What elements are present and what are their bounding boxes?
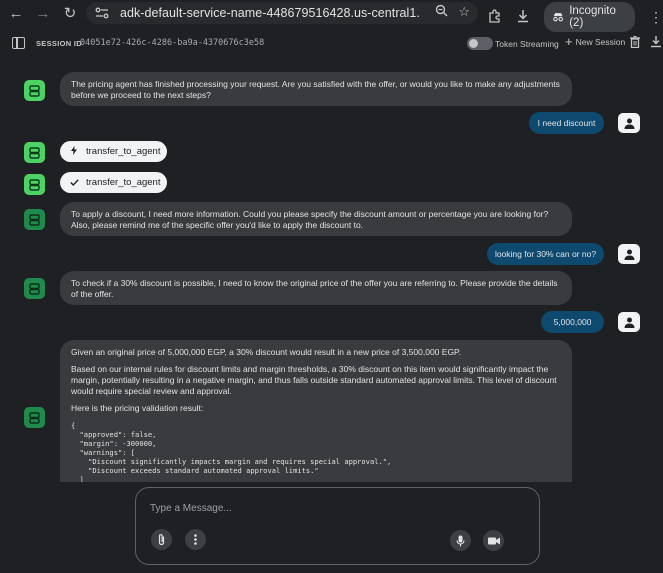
incognito-badge[interactable]: Incognito (2) — [544, 2, 635, 32]
bot-avatar — [24, 142, 45, 163]
more-menu-icon[interactable]: ⋮ — [649, 9, 663, 26]
back-icon[interactable]: ← — [4, 1, 28, 25]
function-call-chip[interactable]: transfer_to_agent — [60, 141, 167, 162]
user-message: looking for 30% can or no? — [487, 243, 604, 265]
bookmark-star-icon[interactable]: ☆ — [458, 4, 470, 20]
robot-icon — [29, 411, 40, 424]
token-streaming-toggle[interactable] — [467, 37, 493, 50]
session-id-value: 04051e72-426c-4286-ba9a-4370676c3e58 — [80, 38, 265, 48]
agent-message-text: To check if a 30% discount is possible, … — [71, 278, 558, 299]
user-message-text: looking for 30% can or no? — [494, 249, 597, 259]
attach-file-button[interactable] — [151, 529, 172, 550]
url-text[interactable]: adk-default-service-name-448679516428.us… — [120, 6, 420, 20]
new-session-button[interactable]: + New Session — [565, 34, 626, 49]
function-call-label: transfer_to_agent — [86, 146, 161, 157]
bot-avatar — [24, 80, 45, 101]
forward-icon[interactable]: → — [31, 1, 55, 25]
browser-toolbar: ← → ↻ adk-default-service-name-448679516… — [0, 0, 663, 32]
robot-icon — [29, 213, 40, 226]
agent-message-text: Here is the pricing validation result: — [71, 403, 204, 413]
person-icon — [624, 249, 634, 260]
session-id-label: SESSION ID — [36, 39, 82, 48]
function-result-label: transfer_to_agent — [86, 177, 161, 188]
plus-icon: + — [565, 34, 573, 49]
agent-message: To apply a discount, I need more informa… — [60, 202, 572, 236]
json-code-block: { "approved": false, "margin": -300000, … — [71, 421, 392, 482]
more-options-button[interactable] — [185, 529, 206, 550]
user-message: I need discount — [529, 112, 604, 134]
address-bar[interactable]: adk-default-service-name-448679516428.us… — [86, 2, 478, 24]
message-input[interactable]: Type a Message... — [150, 503, 232, 514]
robot-icon — [29, 146, 40, 159]
agent-message-text: Given an original price of 5,000,000 EGP… — [71, 347, 461, 357]
bolt-icon — [70, 146, 78, 157]
incognito-label: Incognito (2) — [569, 5, 616, 29]
bot-avatar — [24, 278, 45, 299]
site-settings-icon[interactable] — [94, 5, 110, 21]
agent-message: Given an original price of 5,000,000 EGP… — [60, 340, 572, 482]
videocam-icon — [487, 537, 500, 544]
delete-session-icon[interactable] — [630, 36, 640, 48]
more-vert-icon — [194, 534, 197, 545]
function-result-chip[interactable]: transfer_to_agent — [60, 172, 167, 193]
person-icon — [624, 118, 634, 129]
bot-avatar — [24, 174, 45, 195]
download-session-icon[interactable] — [650, 36, 662, 48]
extensions-icon[interactable] — [488, 8, 502, 26]
session-header: SESSION ID 04051e72-426c-4286-ba9a-43706… — [0, 32, 663, 56]
user-avatar — [618, 244, 640, 264]
robot-icon — [29, 84, 40, 97]
check-icon — [70, 178, 79, 188]
agent-message: The pricing agent has finished processin… — [60, 72, 572, 106]
video-button[interactable] — [483, 530, 504, 551]
robot-icon — [29, 178, 40, 191]
message-composer: Type a Message... — [135, 487, 540, 565]
person-icon — [624, 317, 634, 328]
user-message-text: 5,000,000 — [553, 317, 592, 327]
paperclip-icon — [158, 534, 165, 546]
side-panel-icon[interactable] — [12, 37, 25, 49]
agent-message: To check if a 30% discount is possible, … — [60, 271, 572, 305]
user-avatar — [618, 113, 640, 133]
token-streaming-label: Token Streaming — [495, 39, 559, 49]
microphone-button[interactable] — [450, 530, 471, 551]
agent-message-text: Based on our internal rules for discount… — [71, 364, 557, 396]
user-message-text: I need discount — [537, 118, 596, 128]
user-avatar — [618, 312, 640, 332]
incognito-icon — [553, 13, 563, 22]
robot-icon — [29, 282, 40, 295]
zoom-icon[interactable] — [435, 4, 448, 20]
download-icon[interactable] — [516, 9, 530, 26]
agent-message-text: To apply a discount, I need more informa… — [71, 209, 549, 230]
reload-icon[interactable]: ↻ — [58, 1, 82, 25]
bot-avatar — [24, 407, 45, 428]
microphone-icon — [456, 535, 465, 546]
new-session-label: New Session — [575, 37, 626, 47]
agent-message-text: The pricing agent has finished processin… — [71, 79, 560, 100]
bot-avatar — [24, 209, 45, 230]
user-message: 5,000,000 — [541, 311, 604, 333]
